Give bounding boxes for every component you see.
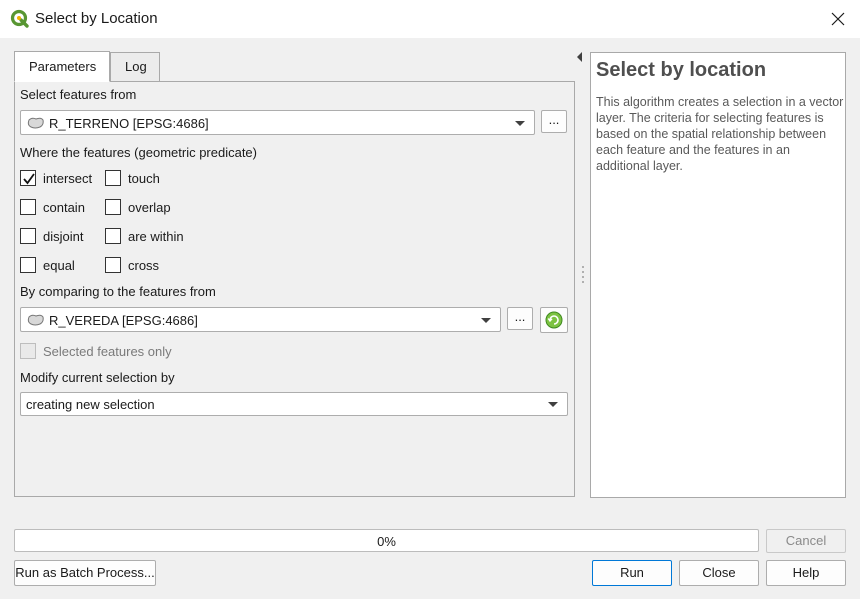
predicate-within-label: are within — [128, 229, 184, 244]
close-window-button[interactable] — [822, 4, 854, 34]
modify-selection-combo[interactable]: creating new selection — [20, 392, 568, 416]
help-title: Select by location — [596, 59, 767, 81]
help-button[interactable]: Help — [766, 560, 846, 586]
predicate-intersect-label: intersect — [43, 171, 93, 186]
refresh-iterate-icon — [545, 311, 563, 329]
run-batch-button[interactable]: Run as Batch Process... — [14, 560, 156, 586]
progress-bar: 0% — [14, 529, 759, 552]
chevron-down-icon — [548, 402, 558, 407]
tab-parameters-label: Parameters — [29, 59, 97, 74]
predicate-overlap-checkbox[interactable] — [105, 199, 121, 215]
predicate-equal-checkbox[interactable] — [20, 257, 36, 273]
ellipsis-label: ... — [548, 112, 560, 127]
predicate-cross-label: cross — [128, 258, 160, 273]
input-layer-combo[interactable]: R_TERRENO [EPSG:4686] — [20, 110, 535, 135]
modify-selection-label: Modify current selection by — [20, 370, 175, 385]
help-panel: Select by location This algorithm create… — [590, 52, 846, 498]
tab-log[interactable]: Log — [110, 52, 160, 82]
close-icon — [831, 12, 845, 26]
cancel-button-label: Cancel — [785, 533, 827, 548]
polygon-layer-icon — [27, 314, 44, 326]
run-button[interactable]: Run — [592, 560, 672, 586]
predicate-contain-label: contain — [43, 200, 85, 215]
compare-layer-combo[interactable]: R_VEREDA [EPSG:4686] — [20, 307, 501, 332]
chevron-down-icon — [515, 121, 525, 126]
predicate-intersect-checkbox[interactable] — [20, 170, 36, 186]
input-layer-value: R_TERRENO [EPSG:4686] — [49, 116, 209, 131]
tab-log-label: Log — [125, 59, 147, 74]
collapse-help-arrow-icon[interactable] — [577, 52, 582, 62]
compare-layer-value: R_VEREDA [EPSG:4686] — [49, 313, 198, 328]
predicate-overlap-label: overlap — [128, 200, 171, 215]
selected-features-only-checkbox[interactable] — [20, 343, 36, 359]
predicate-touch-checkbox[interactable] — [105, 170, 121, 186]
qgis-logo-icon — [10, 9, 29, 28]
window-title: Select by Location — [35, 10, 158, 27]
progress-text: 0% — [377, 534, 396, 549]
predicate-equal-label: equal — [43, 258, 75, 273]
compare-layer-label: By comparing to the features from — [20, 284, 216, 299]
close-button-label: Close — [702, 565, 736, 580]
title-bar: Select by Location — [0, 0, 860, 38]
predicate-within-checkbox[interactable] — [105, 228, 121, 244]
chevron-down-icon — [481, 318, 491, 323]
compare-layer-browse-button[interactable]: ... — [507, 307, 533, 330]
help-description: This algorithm creates a selection in a … — [596, 95, 844, 173]
check-icon — [23, 173, 35, 185]
input-layer-label: Select features from — [20, 87, 137, 102]
cancel-button[interactable]: Cancel — [766, 529, 846, 553]
run-batch-button-label: Run as Batch Process... — [15, 565, 155, 580]
tab-parameters[interactable]: Parameters — [14, 51, 110, 82]
predicate-disjoint-checkbox[interactable] — [20, 228, 36, 244]
run-button-label: Run — [620, 565, 644, 580]
modify-selection-value: creating new selection — [26, 397, 155, 412]
iterate-features-button[interactable] — [540, 307, 568, 333]
input-layer-browse-button[interactable]: ... — [541, 110, 567, 133]
close-button[interactable]: Close — [679, 560, 759, 586]
predicate-label: Where the features (geometric predicate) — [20, 145, 257, 160]
ellipsis-label: ... — [514, 309, 526, 324]
predicate-contain-checkbox[interactable] — [20, 199, 36, 215]
help-button-label: Help — [792, 565, 820, 580]
selected-features-only-label: Selected features only — [43, 344, 172, 359]
predicate-cross-checkbox[interactable] — [105, 257, 121, 273]
predicate-touch-label: touch — [128, 171, 160, 186]
polygon-layer-icon — [27, 117, 44, 129]
splitter-handle[interactable] — [582, 266, 584, 284]
predicate-disjoint-label: disjoint — [43, 229, 84, 244]
